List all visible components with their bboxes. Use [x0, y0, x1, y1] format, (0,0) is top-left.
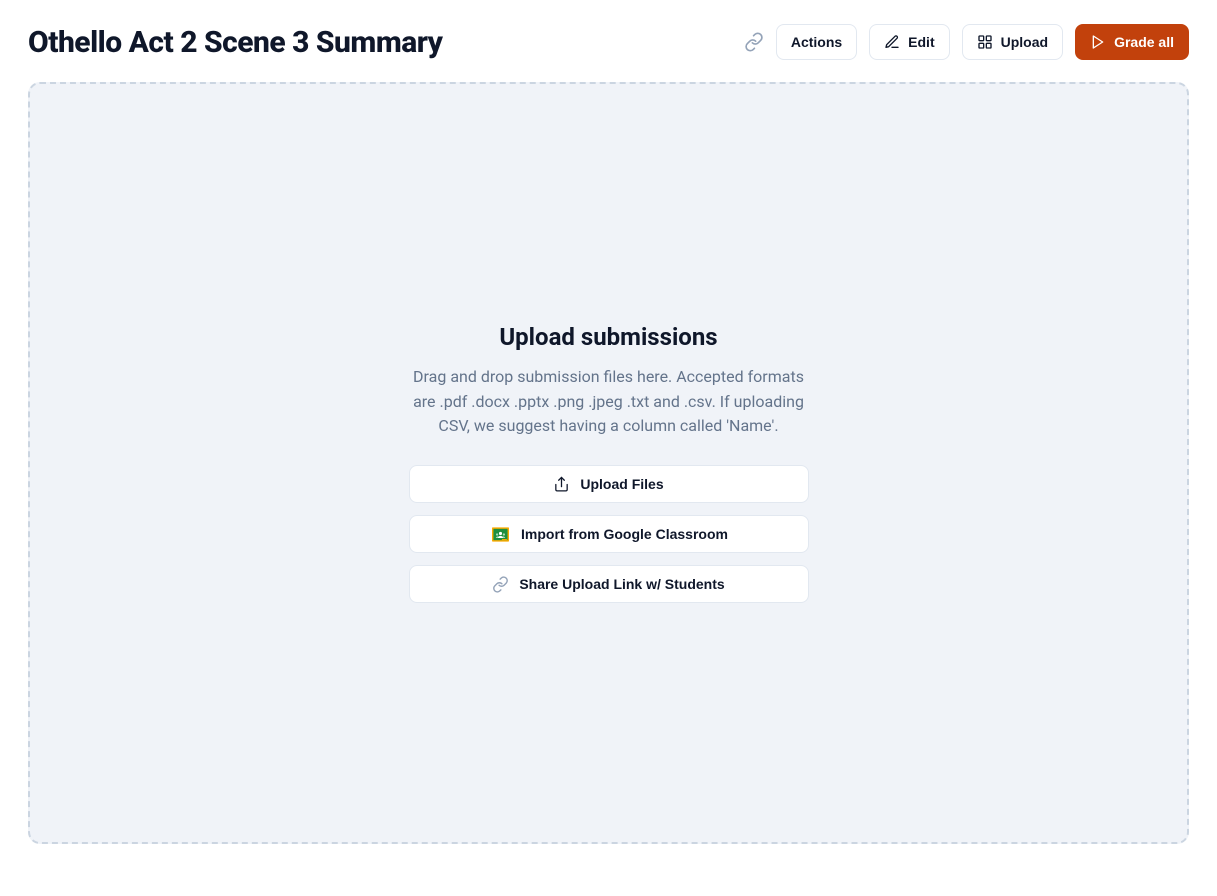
- upload-heading: Upload submissions: [499, 323, 717, 351]
- link-icon: [744, 32, 764, 52]
- upload-files-label: Upload Files: [580, 476, 663, 492]
- link-icon: [492, 576, 509, 593]
- upload-icon: [553, 476, 570, 493]
- actions-label: Actions: [791, 34, 842, 50]
- play-icon: [1090, 34, 1106, 50]
- edit-label: Edit: [908, 34, 934, 50]
- grid-icon: [977, 34, 993, 50]
- upload-panel: Upload submissions Drag and drop submiss…: [394, 323, 824, 603]
- share-upload-link-label: Share Upload Link w/ Students: [519, 576, 724, 592]
- toolbar: Actions Edit Upload Grade all: [744, 24, 1189, 60]
- grade-all-button[interactable]: Grade all: [1075, 24, 1189, 60]
- edit-icon: [884, 34, 900, 50]
- upload-dropzone[interactable]: Upload submissions Drag and drop submiss…: [28, 82, 1189, 844]
- upload-files-button[interactable]: Upload Files: [409, 465, 809, 503]
- share-upload-link-button[interactable]: Share Upload Link w/ Students: [409, 565, 809, 603]
- upload-description: Drag and drop submission files here. Acc…: [394, 365, 824, 439]
- upload-button[interactable]: Upload: [962, 24, 1063, 60]
- grade-all-label: Grade all: [1114, 34, 1174, 50]
- page-title: Othello Act 2 Scene 3 Summary: [28, 25, 443, 60]
- actions-button[interactable]: Actions: [776, 24, 857, 60]
- import-google-classroom-label: Import from Google Classroom: [521, 526, 728, 542]
- upload-label: Upload: [1001, 34, 1048, 50]
- page-header: Othello Act 2 Scene 3 Summary Actions Ed…: [28, 24, 1189, 60]
- copy-link-button[interactable]: [744, 32, 764, 52]
- google-classroom-icon: [489, 525, 511, 543]
- import-google-classroom-button[interactable]: Import from Google Classroom: [409, 515, 809, 553]
- edit-button[interactable]: Edit: [869, 24, 949, 60]
